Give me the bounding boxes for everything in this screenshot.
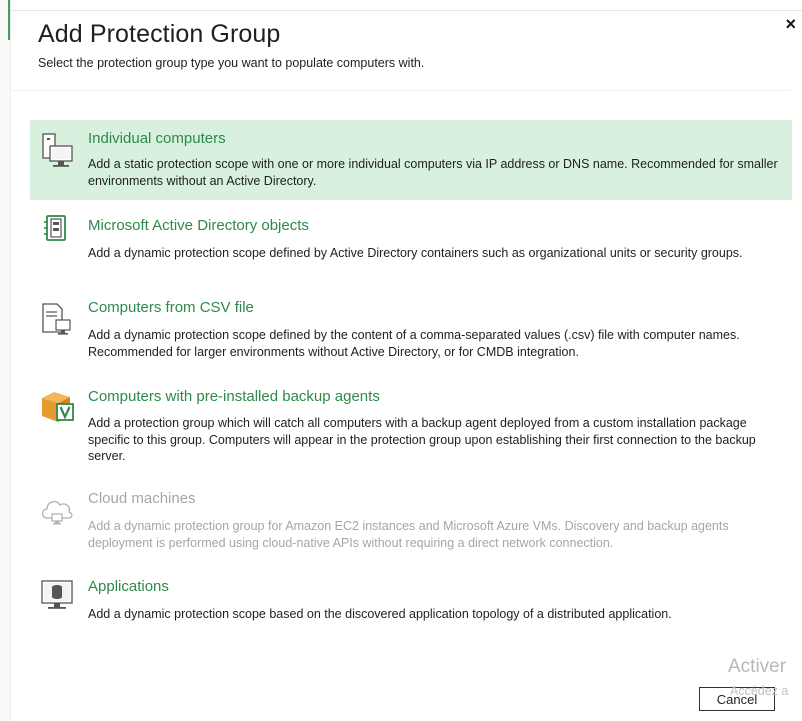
- option-title: Computers from CSV file: [88, 299, 254, 316]
- application-icon: [40, 578, 74, 618]
- active-directory-icon: [40, 210, 74, 250]
- option-title: Cloud machines: [88, 490, 196, 507]
- option-individual-computers[interactable]: Individual computers Add a static protec…: [30, 120, 792, 200]
- dialog-title: Add Protection Group: [38, 20, 281, 48]
- option-description: Add a dynamic protection scope defined b…: [88, 246, 743, 260]
- option-preinstalled-backup-agents[interactable]: Computers with pre-installed backup agen…: [30, 382, 792, 486]
- protection-group-type-list: Individual computers Add a static protec…: [30, 120, 792, 636]
- window-accent-mark: [8, 0, 10, 40]
- left-window-edge: [0, 0, 11, 721]
- cloud-icon: [40, 492, 74, 532]
- activation-watermark-title: Activer: [728, 656, 787, 677]
- option-active-directory-objects[interactable]: Microsoft Active Directory objects Add a…: [30, 200, 792, 290]
- option-description: Add a protection group which will catch …: [88, 416, 756, 463]
- option-description: Add a dynamic protection scope based on …: [88, 607, 672, 621]
- option-applications[interactable]: Applications Add a dynamic protection sc…: [30, 576, 792, 636]
- activation-watermark-subtitle: Accédez a: [730, 684, 789, 698]
- computer-icon: [40, 132, 74, 172]
- option-title: Microsoft Active Directory objects: [88, 217, 309, 234]
- backup-agent-package-icon: [40, 388, 74, 428]
- option-title: Computers with pre-installed backup agen…: [88, 388, 380, 405]
- csv-file-icon: [40, 300, 74, 340]
- option-cloud-machines: Cloud machines Add a dynamic protection …: [30, 486, 792, 576]
- option-title: Individual computers: [88, 130, 226, 147]
- option-description: Add a dynamic protection group for Amazo…: [88, 519, 729, 550]
- close-button[interactable]: ×: [785, 14, 796, 34]
- top-border: [10, 10, 802, 11]
- option-title: Applications: [88, 578, 169, 595]
- option-computers-from-csv[interactable]: Computers from CSV file Add a dynamic pr…: [30, 290, 792, 382]
- dialog-subtitle: Select the protection group type you wan…: [38, 56, 425, 70]
- header-divider: [10, 90, 790, 91]
- option-description: Add a static protection scope with one o…: [88, 157, 778, 188]
- option-description: Add a dynamic protection scope defined b…: [88, 328, 740, 359]
